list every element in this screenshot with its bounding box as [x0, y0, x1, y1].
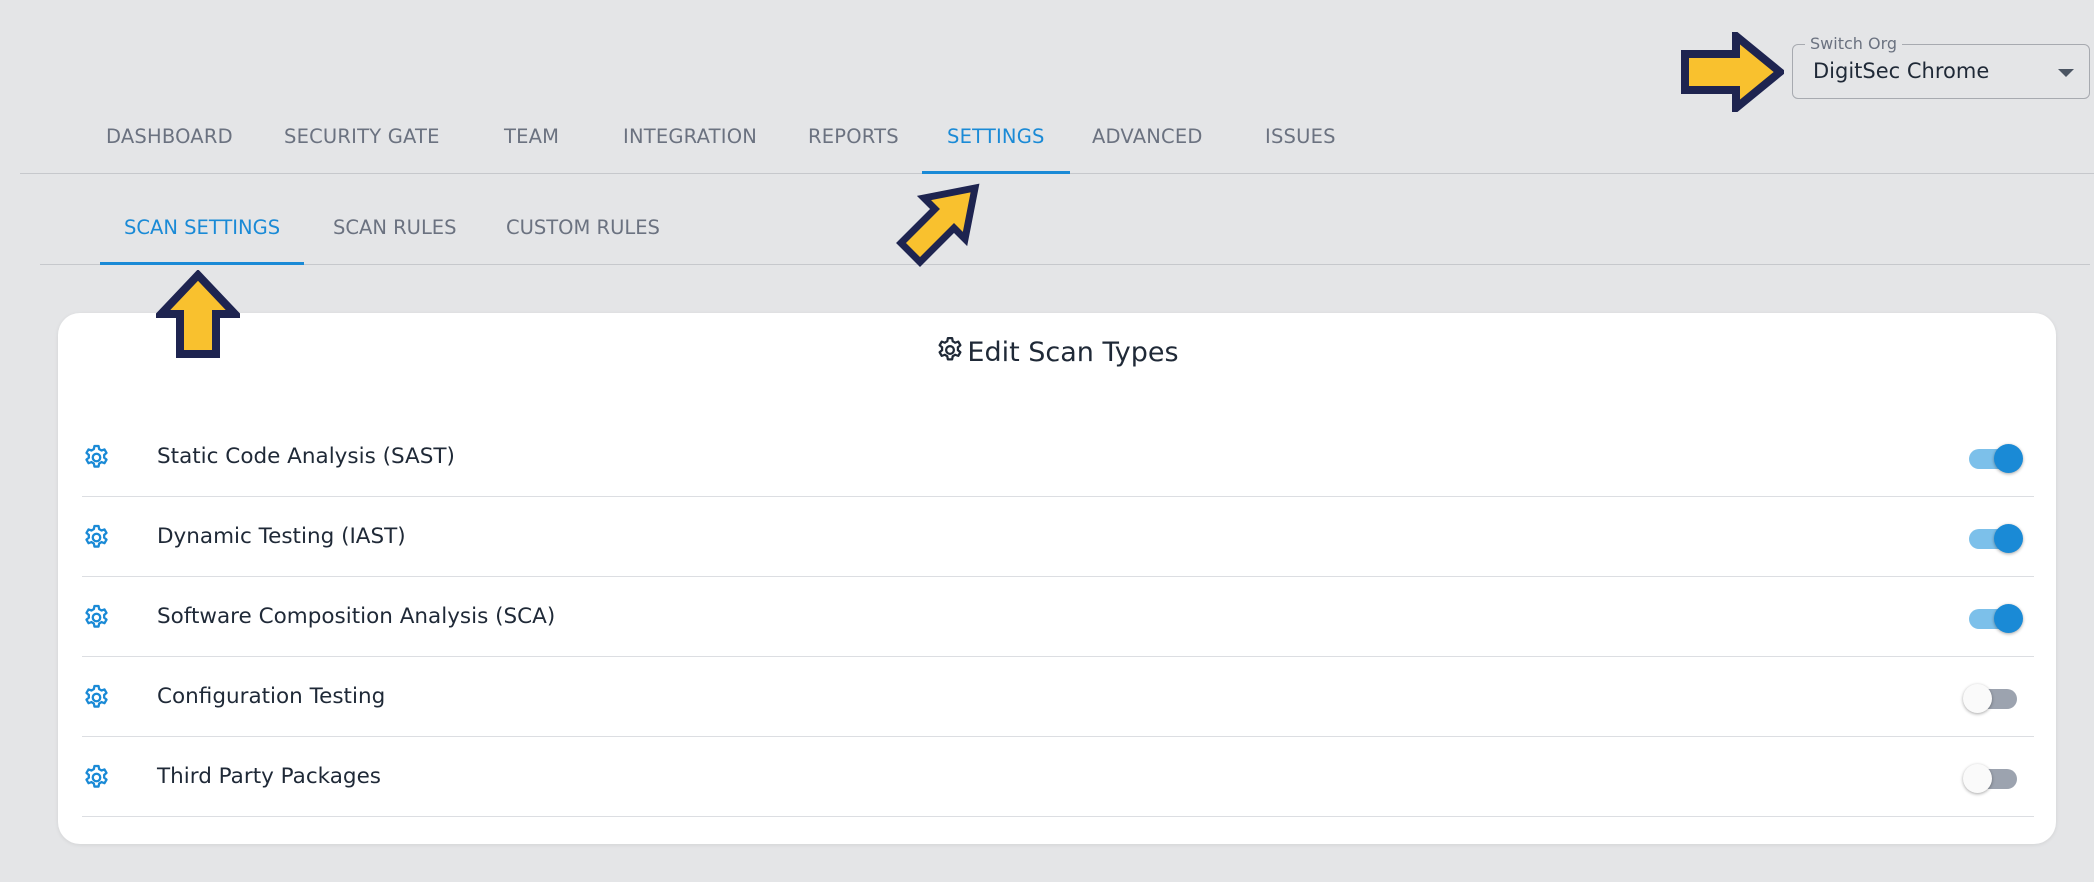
- sca-toggle[interactable]: [1967, 604, 2023, 633]
- tab-dashboard[interactable]: DASHBOARD: [106, 108, 233, 173]
- gear-icon[interactable]: [82, 523, 111, 552]
- tab-integration[interactable]: INTEGRATION: [623, 108, 757, 173]
- scan-type-row-third-party-packages: Third Party Packages: [82, 737, 2034, 817]
- sub-nav: SCAN SETTINGS SCAN RULES CUSTOM RULES: [40, 200, 2090, 265]
- scan-type-label: Configuration Testing: [157, 684, 386, 709]
- scan-type-row-configuration-testing: Configuration Testing: [82, 657, 2034, 737]
- third-party-packages-toggle[interactable]: [1963, 764, 2019, 793]
- card-title: Edit Scan Types: [58, 335, 2056, 368]
- switch-org-label: Switch Org: [1805, 34, 1903, 53]
- gear-icon[interactable]: [82, 443, 111, 472]
- configuration-testing-toggle[interactable]: [1963, 684, 2019, 713]
- scan-type-label: Dynamic Testing (IAST): [157, 524, 406, 549]
- tab-scan-settings[interactable]: SCAN SETTINGS: [99, 200, 305, 265]
- tab-security-gate[interactable]: SECURITY GATE: [284, 108, 440, 173]
- tab-issues[interactable]: ISSUES: [1265, 108, 1336, 173]
- tab-settings[interactable]: SETTINGS: [922, 108, 1070, 174]
- arrow-up-icon: [156, 270, 240, 358]
- gear-icon[interactable]: [82, 603, 111, 632]
- gear-icon[interactable]: [82, 763, 111, 792]
- scan-type-row-sast: Static Code Analysis (SAST): [82, 417, 2034, 497]
- scan-type-row-iast: Dynamic Testing (IAST): [82, 497, 2034, 577]
- switch-org-value: DigitSec Chrome: [1813, 59, 1990, 83]
- sast-toggle[interactable]: [1967, 444, 2023, 473]
- tab-team[interactable]: TEAM: [504, 108, 559, 173]
- scan-type-label: Static Code Analysis (SAST): [157, 444, 455, 469]
- tab-scan-rules[interactable]: SCAN RULES: [333, 200, 457, 264]
- tab-custom-rules[interactable]: CUSTOM RULES: [506, 200, 660, 264]
- switch-org-select[interactable]: Switch Org DigitSec Chrome: [1792, 34, 2090, 99]
- iast-toggle[interactable]: [1967, 524, 2023, 553]
- tab-reports[interactable]: REPORTS: [808, 108, 899, 173]
- tab-advanced[interactable]: ADVANCED: [1092, 108, 1203, 173]
- scan-type-label: Third Party Packages: [157, 764, 381, 789]
- gear-icon[interactable]: [82, 683, 111, 712]
- edit-scan-types-card: Edit Scan Types Static Code Analysis (SA…: [58, 313, 2056, 844]
- main-nav: DASHBOARD SECURITY GATE TEAM INTEGRATION…: [20, 108, 2094, 174]
- arrow-right-icon: [1681, 32, 1784, 112]
- chevron-down-icon[interactable]: [2058, 69, 2074, 77]
- card-title-text: Edit Scan Types: [967, 337, 1179, 368]
- scan-type-row-sca: Software Composition Analysis (SCA): [82, 577, 2034, 657]
- arrow-up-right-icon: [896, 183, 980, 267]
- scan-type-label: Software Composition Analysis (SCA): [157, 604, 556, 629]
- gear-icon: [938, 337, 962, 361]
